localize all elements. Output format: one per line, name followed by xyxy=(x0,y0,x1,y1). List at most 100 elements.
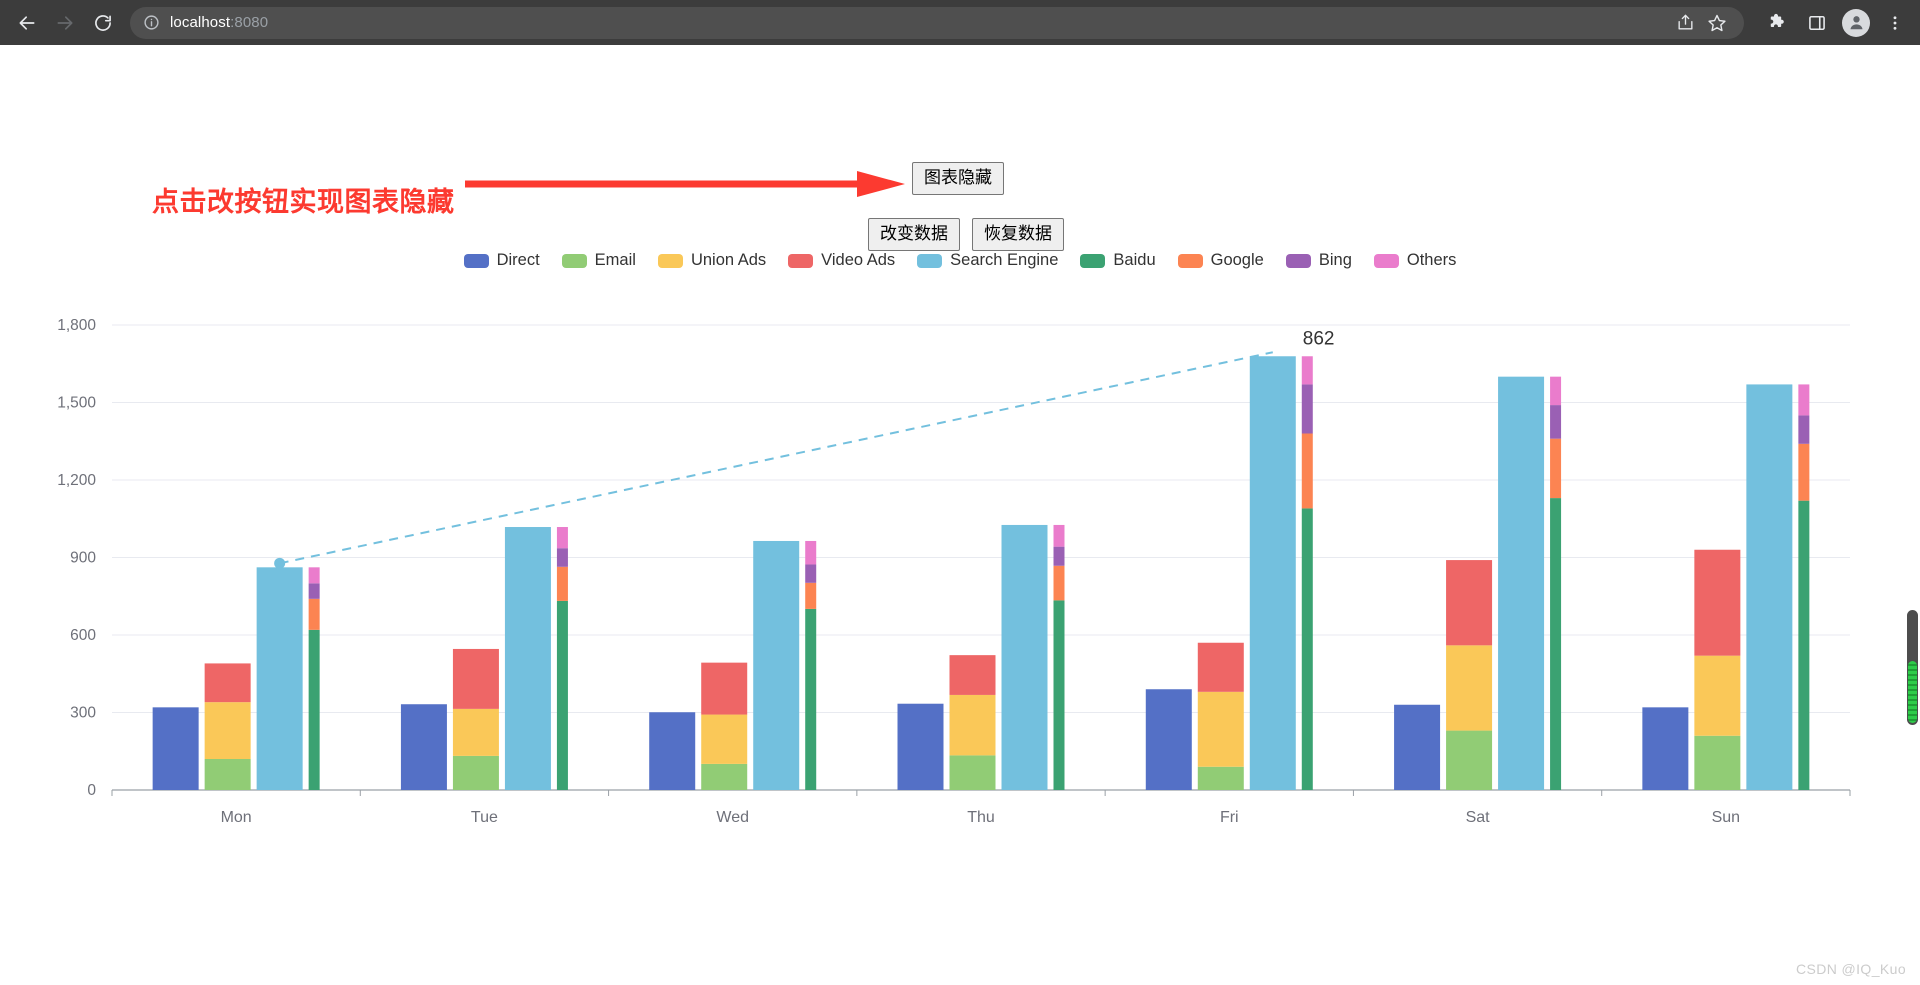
page-scrollbar-track[interactable] xyxy=(1905,90,1920,985)
side-panel-icon[interactable] xyxy=(1802,8,1832,38)
legend-item-google[interactable]: Google xyxy=(1177,251,1264,270)
bar-segment[interactable] xyxy=(452,755,499,790)
legend-item-baidu[interactable]: Baidu xyxy=(1080,251,1156,270)
bar-segment[interactable] xyxy=(204,702,251,759)
bar-segment[interactable] xyxy=(1197,691,1244,767)
bar-segment[interactable] xyxy=(204,759,251,790)
profile-avatar-icon[interactable] xyxy=(1842,8,1870,37)
bar-segment[interactable] xyxy=(152,707,199,790)
bar-segment[interactable] xyxy=(556,527,568,549)
annotation-text: 点击改按钮实现图表隐藏 xyxy=(152,187,455,217)
bar-segment[interactable] xyxy=(1197,642,1244,692)
bar-segment[interactable] xyxy=(1798,443,1810,501)
y-axis-tick-label: 1,200 xyxy=(57,472,96,489)
bar-segment[interactable] xyxy=(308,598,320,630)
page-scrollbar-thumb[interactable] xyxy=(1907,610,1918,725)
info-circle-icon[interactable] xyxy=(142,14,160,32)
bar-segment[interactable] xyxy=(308,629,320,790)
bar-segment[interactable] xyxy=(400,704,447,790)
reload-button[interactable] xyxy=(86,6,120,40)
bar-segment[interactable] xyxy=(649,712,696,790)
bar-segment[interactable] xyxy=(452,648,499,709)
x-axis-tick-label: Fri xyxy=(1220,809,1239,826)
bar-segment[interactable] xyxy=(1798,384,1810,416)
restore-data-button[interactable]: 恢复数据 xyxy=(972,218,1064,251)
bar-segment[interactable] xyxy=(1798,415,1810,444)
legend-item-union-ads[interactable]: Union Ads xyxy=(657,251,766,270)
legend-item-others[interactable]: Others xyxy=(1373,251,1457,270)
chart-data-label: 862 xyxy=(1303,328,1335,349)
bar-segment[interactable] xyxy=(701,714,748,764)
bar-segment[interactable] xyxy=(949,694,996,756)
x-axis-tick-label: Mon xyxy=(221,809,252,826)
bar-segment[interactable] xyxy=(1301,433,1313,509)
bar-segment[interactable] xyxy=(1550,438,1562,499)
bar-segment[interactable] xyxy=(1301,356,1313,385)
address-bar-text: localhost:8080 xyxy=(170,14,268,31)
bar-segment[interactable] xyxy=(1694,655,1741,736)
x-axis-tick-label: Sun xyxy=(1712,809,1740,826)
star-icon[interactable] xyxy=(1702,8,1732,38)
bar-segment[interactable] xyxy=(1394,704,1441,790)
legend-item-search-engine[interactable]: Search Engine xyxy=(917,251,1058,270)
bar-segment[interactable] xyxy=(1550,376,1562,406)
bar-segment[interactable] xyxy=(1053,546,1065,566)
bar-segment[interactable] xyxy=(504,527,551,790)
address-bar[interactable]: localhost:8080 xyxy=(130,6,1744,39)
bar-segment[interactable] xyxy=(1446,730,1493,790)
hide-chart-button[interactable]: 图表隐藏 xyxy=(912,162,1004,195)
bar-segment[interactable] xyxy=(452,708,499,756)
bar-segment[interactable] xyxy=(1001,524,1048,790)
legend-item-email[interactable]: Email xyxy=(561,251,636,270)
back-button[interactable] xyxy=(10,6,44,40)
bar-segment[interactable] xyxy=(1694,549,1741,656)
change-data-button[interactable]: 改变数据 xyxy=(868,218,960,251)
legend-label: Others xyxy=(1406,251,1457,269)
bar-segment[interactable] xyxy=(1550,405,1562,439)
bar-segment[interactable] xyxy=(753,540,800,790)
bar-segment[interactable] xyxy=(308,567,320,584)
legend-item-video-ads[interactable]: Video Ads xyxy=(788,251,895,270)
bar-segment[interactable] xyxy=(1798,500,1810,790)
bar-segment[interactable] xyxy=(1053,524,1065,547)
bar-segment[interactable] xyxy=(556,600,568,790)
bar-segment[interactable] xyxy=(805,608,817,790)
bar-segment[interactable] xyxy=(701,662,748,715)
bar-segment[interactable] xyxy=(1197,766,1244,790)
bar-segment[interactable] xyxy=(1145,689,1192,790)
bar-segment[interactable] xyxy=(1498,376,1545,790)
bar-segment[interactable] xyxy=(1301,384,1313,434)
bar-segment[interactable] xyxy=(949,755,996,790)
puzzle-icon[interactable] xyxy=(1762,8,1792,38)
bar-segment[interactable] xyxy=(1053,565,1065,601)
legend-item-bing[interactable]: Bing xyxy=(1285,251,1352,270)
url-port: :8080 xyxy=(230,14,269,31)
legend-label: Bing xyxy=(1318,251,1352,269)
browser-toolbar: localhost:8080 xyxy=(0,0,1920,45)
bar-segment[interactable] xyxy=(1642,707,1689,790)
bar-segment[interactable] xyxy=(1694,735,1741,790)
bar-segment[interactable] xyxy=(1446,645,1493,731)
three-dot-menu-icon[interactable] xyxy=(1880,8,1910,38)
bar-segment[interactable] xyxy=(1550,498,1562,790)
bar-segment[interactable] xyxy=(1249,356,1296,790)
share-icon[interactable] xyxy=(1670,8,1700,38)
bar-segment[interactable] xyxy=(701,763,748,790)
bar-segment[interactable] xyxy=(204,663,251,703)
legend-item-direct[interactable]: Direct xyxy=(463,251,540,270)
bar-segment[interactable] xyxy=(1301,508,1313,790)
bar-segment[interactable] xyxy=(556,566,568,601)
bar-segment[interactable] xyxy=(256,567,303,790)
bar-segment[interactable] xyxy=(556,548,568,567)
bar-segment[interactable] xyxy=(308,583,320,599)
bar-segment[interactable] xyxy=(805,564,817,583)
bar-segment[interactable] xyxy=(897,703,944,790)
forward-button[interactable] xyxy=(48,6,82,40)
bar-segment[interactable] xyxy=(805,540,817,565)
bar-segment[interactable] xyxy=(1053,600,1065,790)
bar-segment[interactable] xyxy=(1446,560,1493,646)
bar-segment[interactable] xyxy=(1746,384,1793,790)
bar-segment[interactable] xyxy=(949,655,996,695)
forward-arrow-icon xyxy=(57,15,73,30)
bar-segment[interactable] xyxy=(805,582,817,609)
